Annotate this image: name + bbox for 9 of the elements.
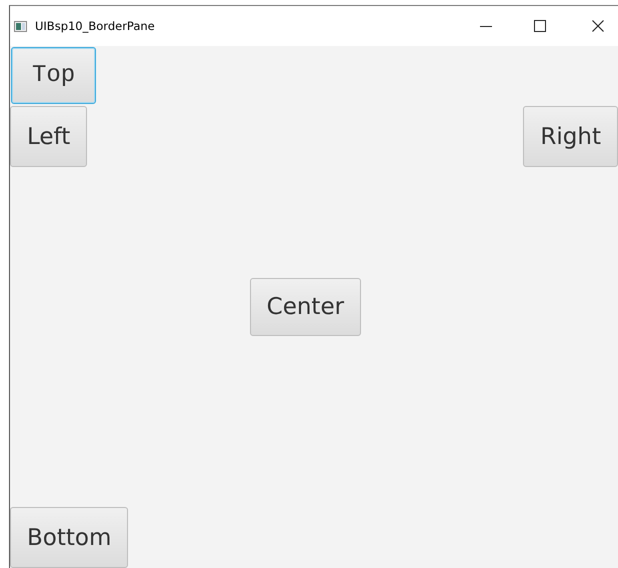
right-button[interactable]: Right (523, 106, 618, 167)
bottom-button[interactable]: Bottom (10, 507, 128, 568)
top-button[interactable]: Top (11, 47, 96, 104)
center-button[interactable]: Center (250, 278, 362, 336)
maximize-icon (534, 20, 546, 32)
window-title: UIBsp10_BorderPane (35, 19, 155, 33)
app-icon (14, 20, 27, 32)
left-button[interactable]: Left (10, 106, 88, 167)
close-icon (592, 20, 604, 32)
